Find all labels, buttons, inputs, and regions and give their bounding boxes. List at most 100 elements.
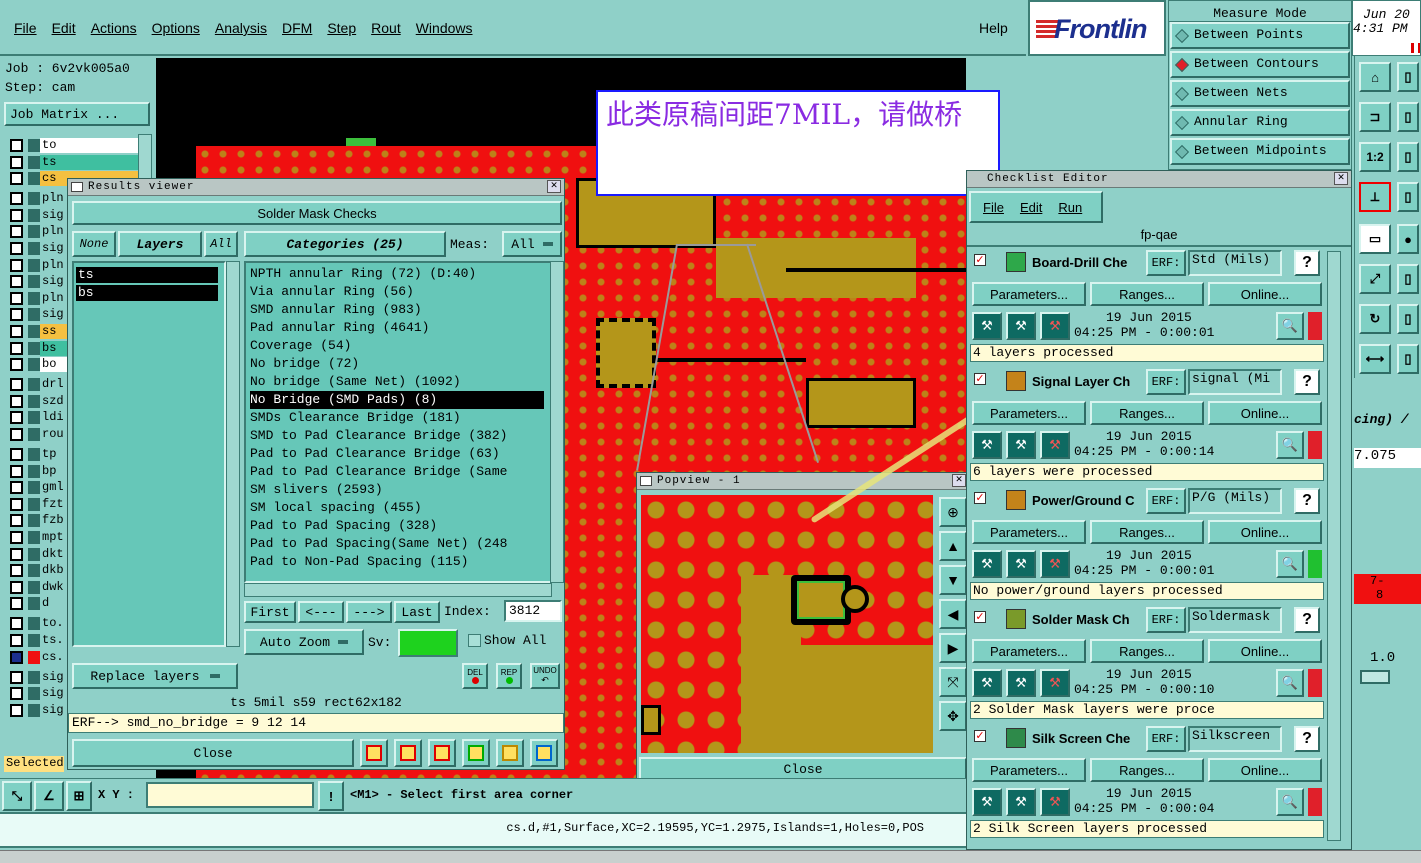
category-item[interactable]: SMD to Pad Clearance Bridge (382) [250, 427, 507, 445]
category-item[interactable]: Pad to Pad Clearance Bridge (Same [250, 463, 507, 481]
layer-list-scrollbar[interactable] [226, 261, 240, 647]
check-name[interactable]: Board-Drill Che [1032, 255, 1146, 270]
zoom-results-icon[interactable]: 🔍 [1276, 550, 1304, 578]
connect-icon[interactable]: ⟂ [1359, 182, 1391, 212]
close-icon[interactable]: ✕ [547, 180, 561, 193]
category-item[interactable]: No bridge (72) [250, 355, 359, 373]
check-name[interactable]: Solder Mask Ch [1032, 612, 1146, 627]
menu-step[interactable]: Step [327, 20, 356, 36]
check-enabled-icon[interactable]: ✓ [974, 611, 986, 623]
run-check-icon[interactable]: ⚒ [972, 550, 1002, 578]
measure-option[interactable]: Between Points [1170, 22, 1350, 49]
measure-points-icon[interactable]: ⤢ [1359, 264, 1391, 294]
category-item[interactable]: SMD annular Ring (983) [250, 301, 422, 319]
tool-icon[interactable]: ▯ [1397, 264, 1419, 294]
layer-visibility-checkbox[interactable] [10, 155, 23, 169]
layer-visibility-checkbox[interactable] [10, 325, 23, 338]
zoom-fit-icon[interactable]: ⊐ [1359, 102, 1391, 132]
run-results-icon[interactable]: ⚒ [1040, 550, 1070, 578]
layer-visibility-checkbox[interactable] [10, 225, 23, 239]
erf-value[interactable]: Std (Mils) [1188, 250, 1282, 276]
measure-option[interactable]: Annular Ring [1170, 109, 1350, 136]
scale-slider[interactable] [1360, 670, 1390, 684]
layer-visibility-checkbox[interactable] [10, 464, 23, 478]
menu-rout[interactable]: Rout [371, 20, 401, 36]
layer-visibility-checkbox[interactable] [10, 703, 23, 717]
category-scrollbar[interactable] [550, 261, 564, 583]
close-button[interactable]: Close [72, 739, 354, 767]
meas-dropdown[interactable]: All [502, 231, 562, 257]
layer-visibility-checkbox[interactable] [10, 411, 23, 425]
parameters-button[interactable]: Parameters... [972, 639, 1086, 663]
run-check-icon[interactable]: ⚒ [972, 431, 1002, 459]
help-icon[interactable]: ? [1294, 488, 1320, 514]
next-button[interactable]: ---> [346, 601, 392, 623]
category-item[interactable]: SM local spacing (455) [250, 499, 422, 517]
measure-option[interactable]: Between Midpoints [1170, 138, 1350, 165]
last-button[interactable]: Last [394, 601, 440, 623]
category-item[interactable]: SMDs Clearance Bridge (181) [250, 409, 461, 427]
layer-tool-icon[interactable] [360, 739, 388, 767]
tool-icon[interactable]: ▯ [1397, 62, 1419, 92]
close-icon[interactable]: ✕ [952, 474, 966, 487]
measure-option[interactable]: Between Nets [1170, 80, 1350, 107]
ranges-button[interactable]: Ranges... [1090, 758, 1204, 782]
bar-tool-icon[interactable] [394, 739, 422, 767]
scale-1-2-icon[interactable]: 1:2 [1359, 142, 1391, 172]
index-input[interactable]: 3812 [504, 600, 562, 622]
tool-icon[interactable]: ▯ [1397, 182, 1419, 212]
check-name[interactable]: Signal Layer Ch [1032, 374, 1146, 389]
erf-button[interactable]: ERF: [1146, 369, 1186, 395]
online-button[interactable]: Online... [1208, 758, 1322, 782]
check-enabled-icon[interactable]: ✓ [974, 492, 986, 504]
erf-value[interactable]: Silkscreen [1188, 726, 1282, 752]
menu-options[interactable]: Options [152, 20, 200, 36]
show-all-checkbox[interactable] [468, 634, 481, 647]
help-icon[interactable]: ? [1294, 726, 1320, 752]
window-menu-icon[interactable] [640, 476, 652, 486]
chart-tool-icon[interactable] [462, 739, 490, 767]
layer-visibility-checkbox[interactable] [10, 497, 23, 511]
layer-visibility-checkbox[interactable] [10, 275, 23, 289]
layer-visibility-checkbox[interactable] [10, 564, 23, 578]
fit-icon[interactable]: ✥ [939, 701, 967, 731]
replace-layers-dropdown[interactable]: Replace layers [72, 663, 238, 689]
run-results-icon[interactable]: ⚒ [1040, 312, 1070, 340]
window-menu-icon[interactable] [71, 182, 83, 192]
result-layer-item[interactable]: ts [76, 267, 218, 283]
zoom-out-icon[interactable]: ⤧ [939, 667, 967, 697]
erf-value[interactable]: signal (Mi [1188, 369, 1282, 395]
category-hscrollbar[interactable] [244, 583, 552, 597]
erf-value[interactable]: Soldermask [1188, 607, 1282, 633]
online-button[interactable]: Online... [1208, 282, 1322, 306]
tool-icon[interactable]: ▯ [1397, 102, 1419, 132]
category-item[interactable]: No bridge (Same Net) (1092) [250, 373, 461, 391]
layers-button[interactable]: Layers [118, 231, 202, 257]
erf-value[interactable]: P/G (Mils) [1188, 488, 1282, 514]
category-item[interactable]: NPTH annular Ring (72) (D:40) [250, 265, 476, 283]
category-item[interactable]: Pad annular Ring (4641) [250, 319, 429, 337]
checklist-run-menu[interactable]: Run [1058, 200, 1082, 215]
run-action-icon[interactable]: ⚒ [1006, 550, 1036, 578]
layer-visibility-checkbox[interactable] [10, 481, 23, 495]
run-action-icon[interactable]: ⚒ [1006, 669, 1036, 697]
run-check-icon[interactable]: ⚒ [972, 788, 1002, 816]
grid-snap-icon[interactable]: ⊞ [66, 781, 92, 811]
menu-actions[interactable]: Actions [91, 20, 137, 36]
replace-button[interactable]: REP [496, 663, 522, 689]
zoom-results-icon[interactable]: 🔍 [1276, 788, 1304, 816]
menu-windows[interactable]: Windows [416, 20, 473, 36]
ranges-button[interactable]: Ranges... [1090, 639, 1204, 663]
help-icon[interactable]: ? [1294, 250, 1320, 276]
layer-visibility-checkbox[interactable] [10, 687, 23, 701]
layer-visibility-checkbox[interactable] [10, 547, 23, 561]
menu-analysis[interactable]: Analysis [215, 20, 267, 36]
layer-visibility-checkbox[interactable] [10, 192, 23, 206]
parameters-button[interactable]: Parameters... [972, 282, 1086, 306]
layer-visibility-checkbox[interactable] [10, 308, 23, 322]
layer-visibility-checkbox[interactable] [10, 291, 23, 305]
layer-visibility-checkbox[interactable] [10, 650, 23, 664]
layer-visibility-checkbox[interactable] [10, 428, 23, 441]
run-action-icon[interactable]: ⚒ [1006, 431, 1036, 459]
pan-left-icon[interactable]: ◀ [939, 599, 967, 629]
